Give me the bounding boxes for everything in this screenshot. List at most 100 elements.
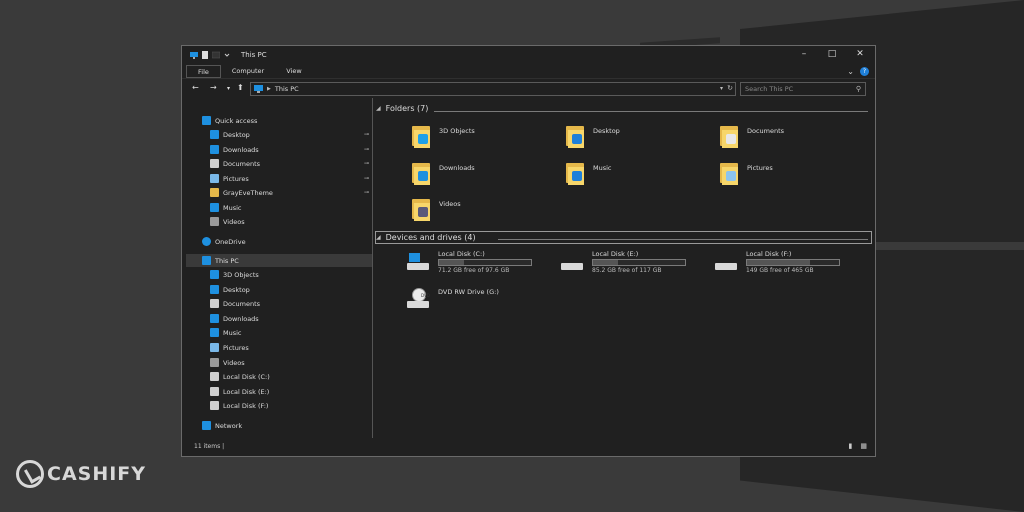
sidebar-item-grayevetheme[interactable]: GrayEveTheme ⊸: [186, 186, 372, 199]
sidebar-item-music[interactable]: Music: [186, 326, 372, 339]
folders-group-header[interactable]: ◢ Folders (7): [376, 104, 428, 113]
search-icon[interactable]: ⚲: [856, 85, 861, 93]
tab-file[interactable]: File: [186, 65, 221, 78]
pin-icon[interactable]: ⊸: [364, 131, 369, 138]
folder-tile[interactable]: Pictures: [718, 161, 773, 185]
sidebar-item-this-pc[interactable]: This PC: [186, 254, 372, 267]
breadcrumb[interactable]: This PC: [275, 85, 299, 93]
pin-icon[interactable]: ⊸: [364, 189, 369, 196]
sidebar-item-network[interactable]: Network: [186, 419, 372, 432]
drive-icon: [714, 250, 738, 274]
new-folder-icon[interactable]: [212, 51, 220, 59]
desktop-icon: [210, 130, 219, 139]
up-button[interactable]: ⬆: [237, 83, 244, 92]
sidebar-item-label: Desktop: [223, 130, 250, 139]
sidebar-item-local-disk-e[interactable]: Local Disk (E:): [186, 385, 372, 398]
sidebar-item-videos[interactable]: Videos: [186, 215, 372, 228]
sidebar-item-quick-access[interactable]: Quick access: [186, 114, 372, 127]
group-divider: [498, 239, 868, 240]
computer-icon[interactable]: [190, 51, 198, 59]
sidebar-item-videos[interactable]: Videos: [186, 356, 372, 369]
close-button[interactable]: ✕: [855, 49, 865, 59]
search-input[interactable]: Search This PC ⚲: [740, 82, 866, 96]
cashify-logo-icon: [16, 460, 44, 488]
capacity-bar: [746, 259, 840, 266]
tab-computer[interactable]: Computer: [221, 65, 275, 78]
sidebar-item-label: Network: [215, 421, 243, 430]
folder-tile[interactable]: Documents: [718, 124, 784, 148]
collapse-chevron-icon[interactable]: ◢: [376, 105, 381, 112]
address-dropdown-icon[interactable]: ▾: [720, 85, 723, 92]
pane-divider[interactable]: [372, 98, 373, 438]
folder-tile[interactable]: 3D Objects: [410, 124, 475, 148]
properties-icon[interactable]: [201, 51, 209, 59]
refresh-icon[interactable]: ↻: [727, 84, 733, 92]
back-button[interactable]: ←: [192, 83, 199, 92]
folder-label: Pictures: [747, 164, 773, 172]
drive-tile[interactable]: DVD DVD RW Drive (G:): [406, 288, 499, 312]
sidebar-item-local-disk-c[interactable]: Local Disk (C:): [186, 370, 372, 383]
sidebar-item-label: Downloads: [223, 145, 259, 154]
sidebar-item-3d-objects[interactable]: 3D Objects: [186, 268, 372, 281]
drive-icon: [210, 401, 219, 410]
sidebar-item-local-disk-f[interactable]: Local Disk (F:): [186, 399, 372, 412]
sidebar-item-label: Music: [223, 328, 242, 337]
sidebar-item-documents[interactable]: Documents ⊸: [186, 157, 372, 170]
drive-tile[interactable]: Local Disk (F:) 149 GB free of 465 GB: [714, 250, 840, 274]
music-icon: [210, 203, 219, 212]
capacity-bar: [438, 259, 532, 266]
recent-locations-button[interactable]: ▾: [227, 85, 230, 92]
sidebar-item-documents[interactable]: Documents: [186, 297, 372, 310]
help-icon[interactable]: ?: [860, 67, 869, 76]
sidebar-item-onedrive[interactable]: OneDrive: [186, 235, 372, 248]
tab-view[interactable]: View: [275, 65, 312, 78]
sidebar-item-pictures[interactable]: Pictures ⊸: [186, 172, 372, 185]
sidebar-item-label: 3D Objects: [223, 270, 259, 279]
folder-tile[interactable]: Desktop: [564, 124, 620, 148]
folder-label: Desktop: [593, 127, 620, 135]
pin-icon[interactable]: ⊸: [364, 160, 369, 167]
3d-objects-folder-icon: [410, 124, 432, 148]
breadcrumb-separator-icon[interactable]: ▶: [267, 86, 271, 92]
watermark-logo: CASHIFY: [16, 460, 146, 488]
forward-button[interactable]: →: [210, 83, 217, 92]
minimize-button[interactable]: –: [799, 49, 809, 59]
video-icon: [210, 358, 219, 367]
brand-name: CASHIFY: [47, 463, 147, 485]
star-icon: [202, 116, 211, 125]
sidebar-item-label: Videos: [223, 217, 245, 226]
title-bar[interactable]: This PC – □ ✕: [182, 46, 875, 64]
drive-tile[interactable]: Local Disk (C:) 71.2 GB free of 97.6 GB: [406, 250, 532, 274]
sidebar-item-label: GrayEveTheme: [223, 188, 273, 197]
address-bar[interactable]: ▶ This PC ▾ ↻: [250, 82, 736, 96]
free-space-text: 149 GB free of 465 GB: [746, 267, 814, 274]
maximize-button[interactable]: □: [827, 49, 837, 59]
large-icons-view-icon[interactable]: ▦: [860, 442, 867, 450]
pin-icon[interactable]: ⊸: [364, 175, 369, 182]
sidebar-item-downloads[interactable]: Downloads ⊸: [186, 143, 372, 156]
sidebar-item-desktop[interactable]: Desktop ⊸: [186, 128, 372, 141]
sidebar-item-label: Pictures: [223, 343, 249, 352]
folder-tile[interactable]: Videos: [410, 197, 461, 221]
sidebar-item-downloads[interactable]: Downloads: [186, 312, 372, 325]
computer-icon: [254, 85, 263, 93]
folder-label: Videos: [439, 200, 461, 208]
desktop-icon: [210, 285, 219, 294]
sidebar-item-label: Documents: [223, 299, 261, 308]
expand-ribbon-icon[interactable]: ⌄: [847, 67, 854, 76]
pin-icon[interactable]: ⊸: [364, 146, 369, 153]
group-title: Folders (7): [385, 104, 429, 113]
customize-toolbar-icon[interactable]: [223, 51, 231, 59]
folder-tile[interactable]: Music: [564, 161, 612, 185]
drive-tile[interactable]: Local Disk (E:) 85.2 GB free of 117 GB: [560, 250, 686, 274]
sidebar-item-desktop[interactable]: Desktop: [186, 283, 372, 296]
details-view-icon[interactable]: ▮: [849, 442, 853, 450]
quick-access-toolbar: [190, 51, 231, 59]
collapse-chevron-icon[interactable]: ◢: [376, 234, 381, 241]
sidebar-item-music[interactable]: Music: [186, 201, 372, 214]
drives-group-header[interactable]: ◢ Devices and drives (4): [376, 233, 476, 242]
folder-tile[interactable]: Downloads: [410, 161, 475, 185]
sidebar-item-pictures[interactable]: Pictures: [186, 341, 372, 354]
sidebar-item-label: OneDrive: [215, 237, 246, 246]
file-explorer-window: This PC – □ ✕ File Computer View ⌄ ? ← →…: [181, 45, 876, 457]
